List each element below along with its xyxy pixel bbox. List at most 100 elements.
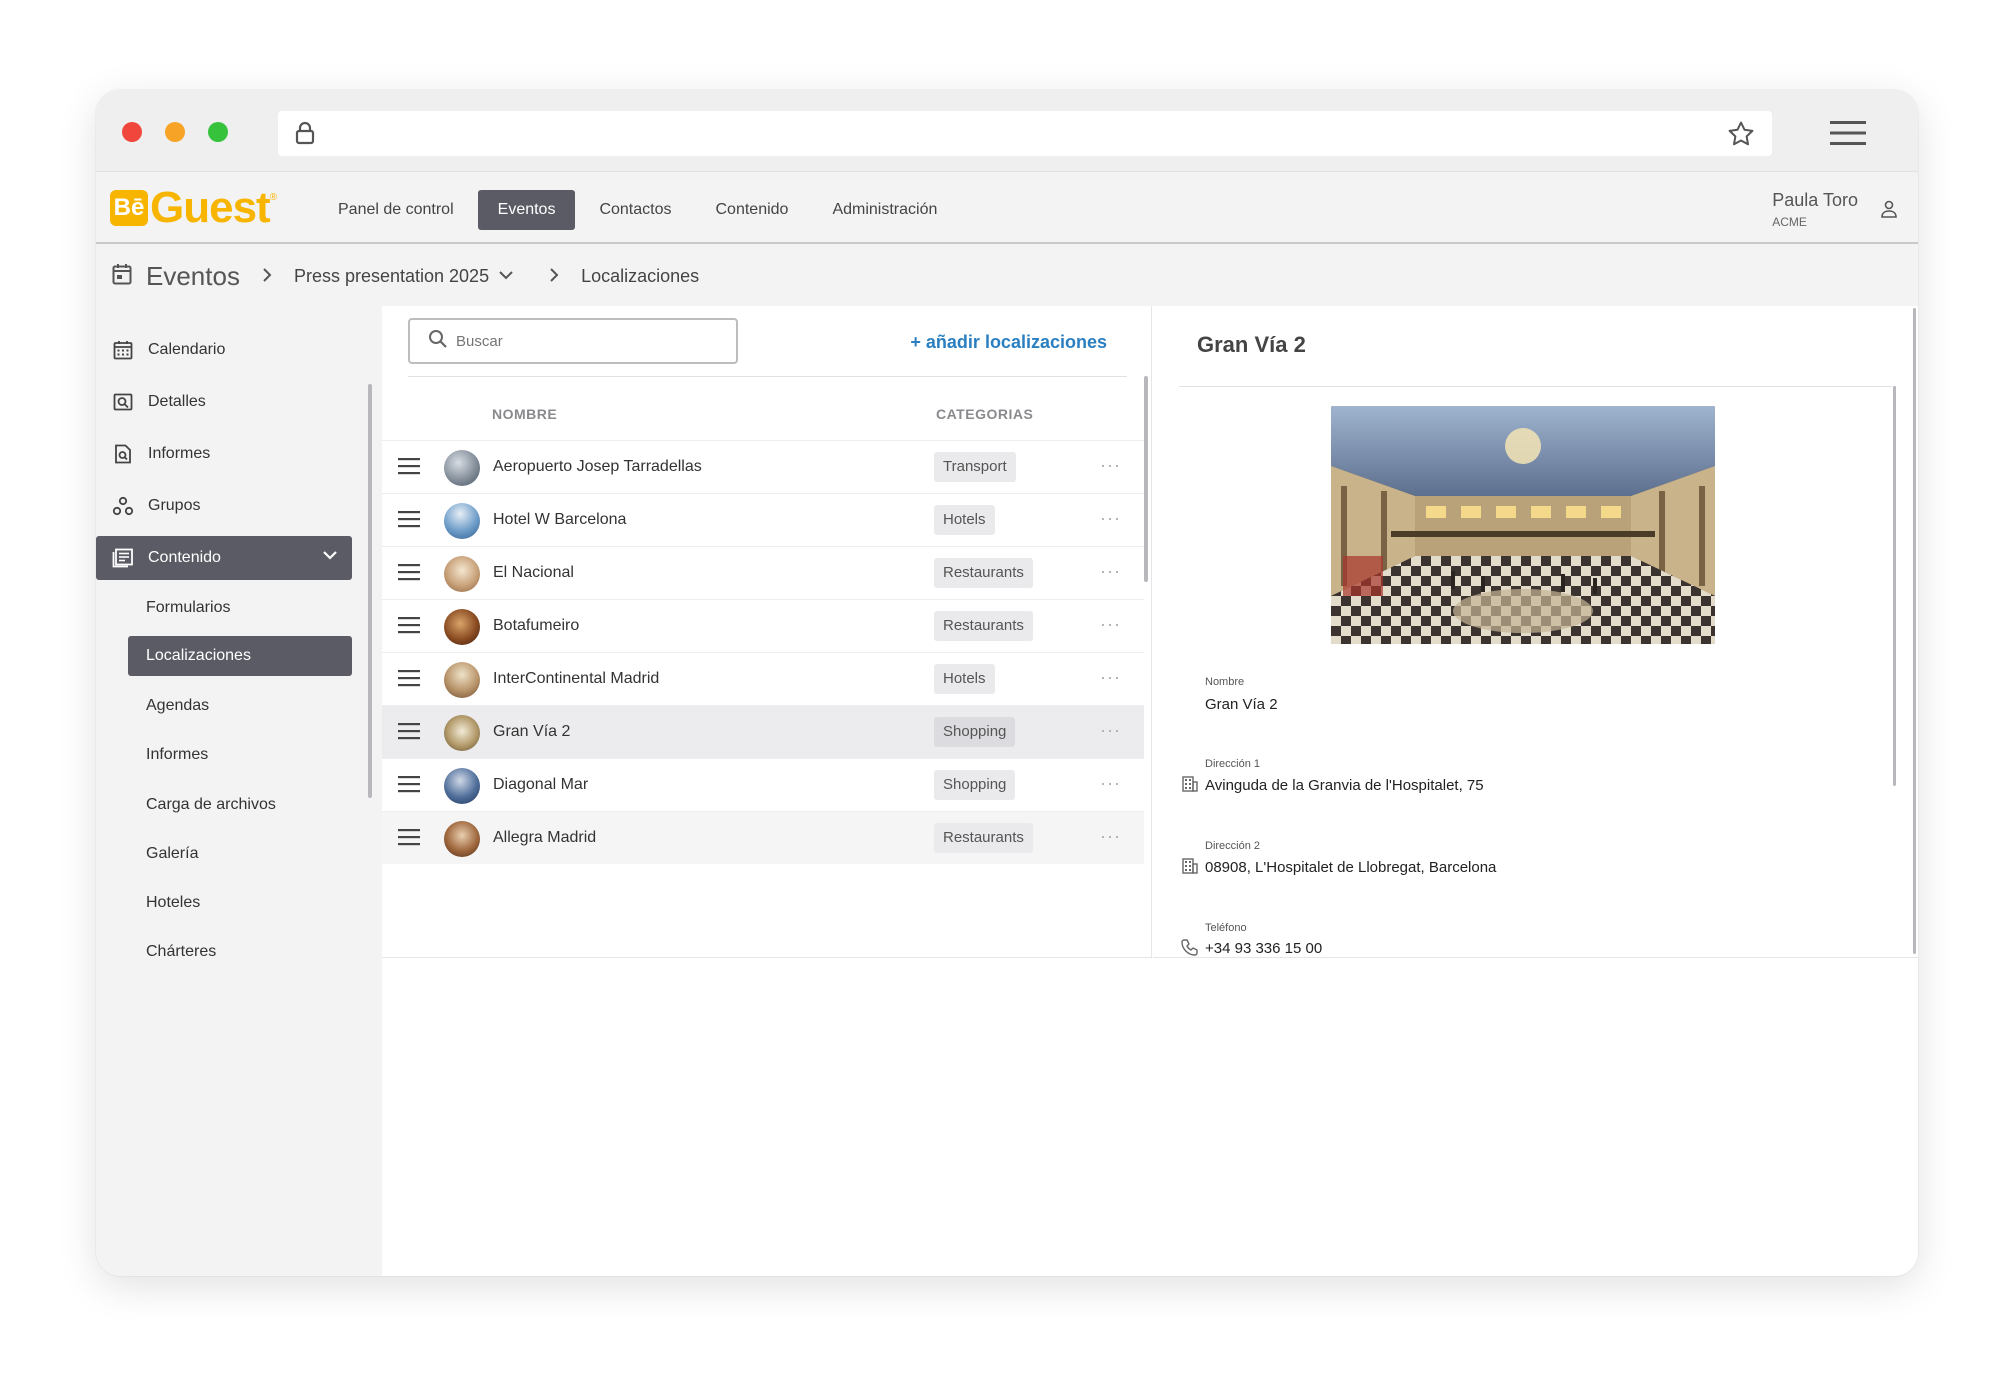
add-locations-link[interactable]: + añadir localizaciones [910, 332, 1107, 353]
table-row[interactable]: Diagonal Mar Shopping ··· [382, 758, 1144, 811]
star-icon[interactable] [1726, 119, 1756, 154]
breadcrumb-event-selector[interactable]: Press presentation 2025 [294, 266, 489, 287]
sidebar-subitem-localizaciones[interactable]: Localizaciones [128, 636, 352, 676]
drag-handle-icon[interactable] [398, 669, 420, 692]
report-icon [112, 443, 134, 465]
calendar-icon [112, 263, 132, 290]
nav-tab-panel-de-control[interactable]: Panel de control [318, 190, 474, 230]
drag-handle-icon[interactable] [398, 775, 420, 798]
sidebar-subitem-agendas[interactable]: Agendas [128, 686, 352, 726]
location-name: Aeropuerto Josep Tarradellas [493, 458, 702, 475]
location-name: Botafumeiro [493, 617, 580, 634]
drag-handle-icon[interactable] [398, 457, 420, 480]
close-window-button[interactable] [122, 122, 142, 142]
sidebar-subitem-galeria[interactable]: Galería [128, 834, 352, 874]
chevron-right-icon [549, 265, 559, 288]
search-input[interactable] [456, 332, 716, 350]
sidebar-subitem-charteres[interactable]: Chárteres [128, 932, 352, 972]
drag-handle-icon[interactable] [398, 722, 420, 745]
groups-icon [112, 495, 134, 517]
nav-tab-eventos[interactable]: Eventos [477, 190, 576, 230]
user-name: Paula Toro [1772, 190, 1858, 210]
location-avatar [444, 768, 480, 804]
more-options-icon[interactable]: ··· [1100, 561, 1121, 582]
user-icon[interactable] [1880, 200, 1898, 223]
details-icon [112, 391, 134, 413]
location-avatar [444, 715, 480, 751]
field-label-direccion-2: Dirección 2 [1205, 840, 1261, 852]
table-row[interactable]: InterContinental Madrid Hotels ··· [382, 652, 1144, 705]
sidebar-item-contenido[interactable]: Contenido [96, 536, 352, 580]
breadcrumb-eventos[interactable]: Eventos [146, 261, 240, 292]
drag-handle-icon[interactable] [398, 828, 420, 851]
chevron-down-icon[interactable] [322, 548, 338, 566]
sidebar-subitem-carga-de-archivos[interactable]: Carga de archivos [128, 785, 352, 825]
sidebar-item-grupos[interactable]: Grupos [96, 484, 352, 528]
sidebar-subitem-informes[interactable]: Informes [128, 735, 352, 775]
sidebar-item-informes[interactable]: Informes [96, 432, 352, 476]
table-row[interactable]: El Nacional Restaurants ··· [382, 546, 1144, 599]
beguest-logo[interactable]: Bē Guest ® [110, 186, 278, 230]
more-options-icon[interactable]: ··· [1100, 667, 1121, 688]
sidebar-item-label: Detalles [148, 393, 206, 410]
main-nav: Panel de control Eventos Contactos Conte… [318, 190, 961, 230]
field-value-direccion-2: 08908, L'Hospitalet de Llobregat, Barcel… [1205, 859, 1497, 876]
category-chip: Shopping [934, 770, 1016, 800]
logo-registered-mark: ® [269, 192, 278, 203]
user-menu[interactable]: Paula Toro ACME [1772, 190, 1858, 229]
sidebar-item-label: Contenido [148, 549, 221, 566]
drag-handle-icon[interactable] [398, 616, 420, 639]
divider [1179, 386, 1892, 387]
field-label-telefono: Teléfono [1205, 922, 1247, 934]
more-options-icon[interactable]: ··· [1100, 455, 1121, 476]
search-field[interactable] [408, 318, 738, 364]
sidebar-item-label: Grupos [148, 497, 201, 514]
nav-tab-contenido[interactable]: Contenido [696, 190, 809, 230]
table-row[interactable]: Botafumeiro Restaurants ··· [382, 599, 1144, 652]
location-name: Diagonal Mar [493, 776, 589, 793]
locations-list-panel: + añadir localizaciones NOMBRE CATEGORIA… [382, 306, 1152, 958]
more-options-icon[interactable]: ··· [1100, 773, 1121, 794]
sidebar-subitem-formularios[interactable]: Formularios [128, 588, 352, 628]
panel-scrollbar[interactable] [1913, 308, 1916, 954]
more-options-icon[interactable]: ··· [1100, 508, 1121, 529]
maximize-window-button[interactable] [208, 122, 228, 142]
location-photo [1331, 406, 1715, 644]
table-row[interactable]: Hotel W Barcelona Hotels ··· [382, 493, 1144, 546]
category-chip: Restaurants [934, 558, 1033, 588]
drag-handle-icon[interactable] [398, 510, 420, 533]
location-avatar [444, 556, 480, 592]
category-chip: Hotels [934, 505, 995, 535]
sidebar-subitem-hoteles[interactable]: Hoteles [128, 883, 352, 923]
location-avatar [444, 821, 480, 857]
more-options-icon[interactable]: ··· [1100, 720, 1121, 741]
detail-scrollbar[interactable] [1893, 386, 1896, 786]
table-row-selected[interactable]: Gran Vía 2 Shopping ··· [382, 705, 1144, 758]
location-detail-panel: Gran Vía 2 Nombre Gran Vía 2 Dirección 1… [1153, 306, 1918, 958]
drag-handle-icon[interactable] [398, 563, 420, 586]
category-chip: Transport [934, 452, 1016, 482]
nav-tab-contactos[interactable]: Contactos [579, 190, 691, 230]
more-options-icon[interactable]: ··· [1100, 614, 1121, 635]
sidebar-scrollbar[interactable] [368, 384, 372, 798]
location-name: Hotel W Barcelona [493, 511, 627, 528]
table-row[interactable]: Aeropuerto Josep Tarradellas Transport ·… [382, 440, 1144, 493]
address-bar[interactable] [278, 111, 1772, 156]
browser-window: Bē Guest ® Panel de control Eventos Cont… [96, 90, 1918, 1276]
column-header-categorias[interactable]: CATEGORIAS [936, 406, 1033, 422]
hamburger-menu-icon[interactable] [1830, 120, 1866, 151]
more-options-icon[interactable]: ··· [1100, 826, 1121, 847]
list-scrollbar[interactable] [1144, 376, 1148, 582]
browser-chrome [96, 90, 1918, 172]
minimize-window-button[interactable] [165, 122, 185, 142]
breadcrumb-localizaciones: Localizaciones [581, 265, 700, 286]
chevron-down-icon[interactable] [499, 267, 513, 285]
sidebar-item-calendario[interactable]: Calendario [96, 328, 352, 372]
column-header-nombre[interactable]: NOMBRE [492, 406, 557, 422]
category-chip: Hotels [934, 664, 995, 694]
table-row[interactable]: Allegra Madrid Restaurants ··· [382, 811, 1144, 864]
location-name: Gran Vía 2 [493, 723, 571, 740]
nav-tab-administracion[interactable]: Administración [812, 190, 957, 230]
sidebar-item-detalles[interactable]: Detalles [96, 380, 352, 424]
category-chip: Restaurants [934, 823, 1033, 853]
